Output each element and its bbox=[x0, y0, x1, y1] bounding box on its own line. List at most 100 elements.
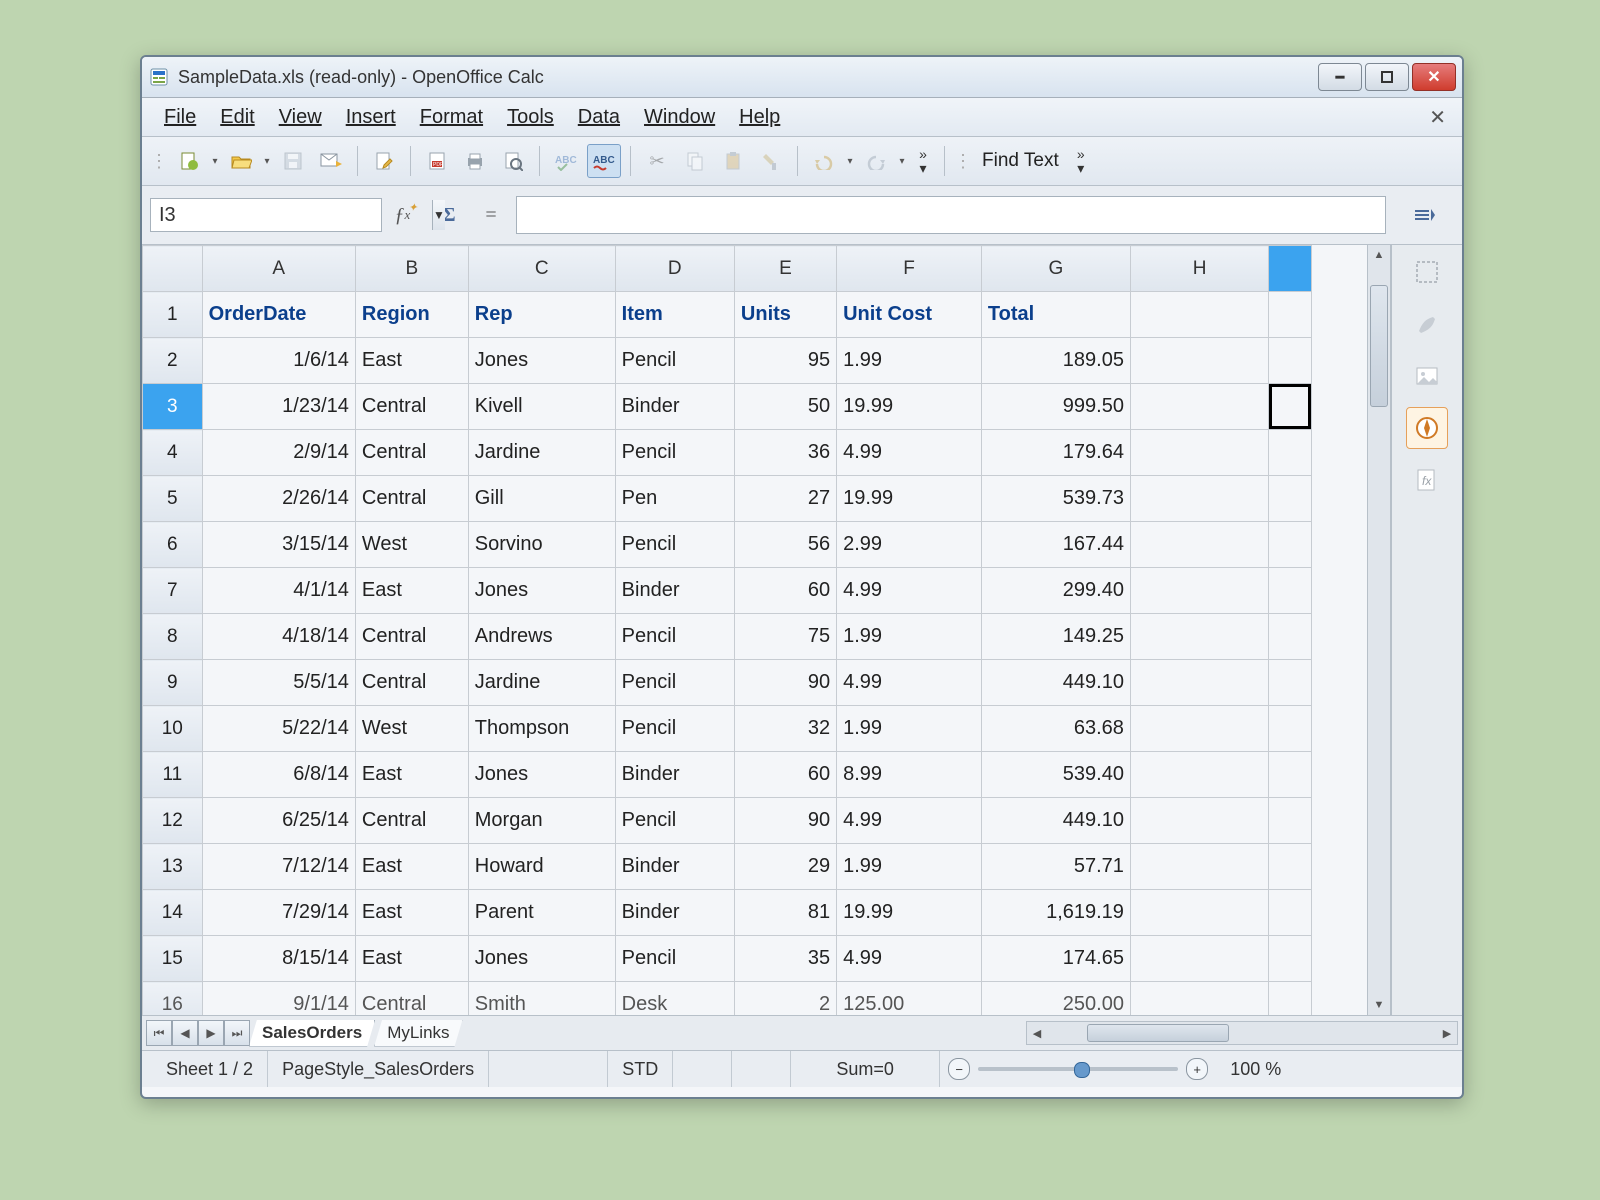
cell[interactable]: 90 bbox=[734, 660, 836, 706]
properties-icon[interactable] bbox=[1406, 251, 1448, 293]
row-header[interactable]: 5 bbox=[143, 476, 203, 522]
cell[interactable]: 539.73 bbox=[981, 476, 1130, 522]
close-button[interactable]: ✕ bbox=[1412, 63, 1456, 91]
cell[interactable]: East bbox=[355, 936, 468, 982]
cell[interactable]: Jones bbox=[468, 752, 615, 798]
gallery-icon[interactable] bbox=[1406, 355, 1448, 397]
table-row[interactable]: 1OrderDateRegionRepItemUnitsUnit CostTot… bbox=[143, 292, 1312, 338]
cell[interactable]: Pencil bbox=[615, 614, 734, 660]
cell[interactable]: Jones bbox=[468, 338, 615, 384]
cell[interactable]: Kivell bbox=[468, 384, 615, 430]
cell[interactable]: Pencil bbox=[615, 936, 734, 982]
cell[interactable]: 999.50 bbox=[981, 384, 1130, 430]
cell[interactable]: Thompson bbox=[468, 706, 615, 752]
table-row[interactable]: 137/12/14EastHowardBinder291.9957.71 bbox=[143, 844, 1312, 890]
table-row[interactable]: 84/18/14CentralAndrewsPencil751.99149.25 bbox=[143, 614, 1312, 660]
cell[interactable]: 57.71 bbox=[981, 844, 1130, 890]
cell[interactable]: 7/29/14 bbox=[202, 890, 355, 936]
cell[interactable] bbox=[1130, 660, 1268, 706]
cell[interactable]: 1/6/14 bbox=[202, 338, 355, 384]
cell[interactable]: 1/23/14 bbox=[202, 384, 355, 430]
cell[interactable] bbox=[1269, 752, 1312, 798]
cell[interactable]: 8.99 bbox=[837, 752, 982, 798]
open-dropdown[interactable]: ▾ bbox=[262, 156, 272, 167]
zoom-slider[interactable]: − + bbox=[940, 1058, 1216, 1080]
cell[interactable]: Pencil bbox=[615, 798, 734, 844]
row-header[interactable]: 12 bbox=[143, 798, 203, 844]
cell[interactable] bbox=[1269, 614, 1312, 660]
menu-format[interactable]: Format bbox=[408, 102, 495, 133]
cell[interactable] bbox=[1130, 752, 1268, 798]
redo-icon[interactable] bbox=[859, 144, 893, 178]
cell[interactable]: 179.64 bbox=[981, 430, 1130, 476]
paste-icon[interactable] bbox=[716, 144, 750, 178]
cell[interactable]: 149.25 bbox=[981, 614, 1130, 660]
save-icon[interactable] bbox=[276, 144, 310, 178]
sheet-prev-icon[interactable]: ◀ bbox=[172, 1020, 198, 1046]
toolbar-overflow-icon[interactable]: »▾ bbox=[911, 147, 935, 175]
row-header[interactable]: 15 bbox=[143, 936, 203, 982]
row-header[interactable]: 11 bbox=[143, 752, 203, 798]
table-row[interactable]: 158/15/14EastJonesPencil354.99174.65 bbox=[143, 936, 1312, 982]
table-row[interactable]: 52/26/14CentralGillPen2719.99539.73 bbox=[143, 476, 1312, 522]
close-doc-icon[interactable]: ✕ bbox=[1423, 103, 1452, 132]
cell[interactable] bbox=[1130, 292, 1268, 338]
cell[interactable]: 27 bbox=[734, 476, 836, 522]
cell[interactable]: 449.10 bbox=[981, 660, 1130, 706]
cell[interactable]: Sorvino bbox=[468, 522, 615, 568]
zoom-thumb[interactable] bbox=[1074, 1062, 1090, 1078]
row-header[interactable]: 13 bbox=[143, 844, 203, 890]
menu-insert[interactable]: Insert bbox=[334, 102, 408, 133]
cell[interactable]: 32 bbox=[734, 706, 836, 752]
cell[interactable] bbox=[1269, 798, 1312, 844]
cell[interactable]: 125.00 bbox=[837, 982, 982, 1016]
cell[interactable]: 4.99 bbox=[837, 660, 982, 706]
cell[interactable] bbox=[1130, 936, 1268, 982]
table-row[interactable]: 169/1/14CentralSmithDesk2125.00250.00 bbox=[143, 982, 1312, 1016]
vertical-scrollbar[interactable]: ▲ ▼ bbox=[1367, 245, 1390, 1015]
row-header[interactable]: 4 bbox=[143, 430, 203, 476]
table-row[interactable]: 105/22/14WestThompsonPencil321.9963.68 bbox=[143, 706, 1312, 752]
col-header-H[interactable]: H bbox=[1130, 246, 1268, 292]
col-header-B[interactable]: B bbox=[355, 246, 468, 292]
cell[interactable] bbox=[1130, 890, 1268, 936]
cell[interactable] bbox=[1130, 844, 1268, 890]
cell[interactable]: 9/1/14 bbox=[202, 982, 355, 1016]
cell[interactable]: Binder bbox=[615, 890, 734, 936]
cell[interactable] bbox=[1269, 568, 1312, 614]
cell[interactable]: Pencil bbox=[615, 338, 734, 384]
cell[interactable]: 6/25/14 bbox=[202, 798, 355, 844]
copy-icon[interactable] bbox=[678, 144, 712, 178]
col-header-F[interactable]: F bbox=[837, 246, 982, 292]
table-row[interactable]: 42/9/14CentralJardinePencil364.99179.64 bbox=[143, 430, 1312, 476]
cell[interactable]: 90 bbox=[734, 798, 836, 844]
cell[interactable]: 2/9/14 bbox=[202, 430, 355, 476]
minimize-button[interactable]: ━ bbox=[1318, 63, 1362, 91]
export-pdf-icon[interactable]: PDF bbox=[420, 144, 454, 178]
scroll-down-icon[interactable]: ▼ bbox=[1368, 995, 1390, 1015]
col-header-I[interactable] bbox=[1269, 246, 1312, 292]
scroll-up-icon[interactable]: ▲ bbox=[1368, 245, 1390, 265]
status-zoom[interactable]: 100 % bbox=[1216, 1051, 1295, 1087]
cell[interactable]: 8/15/14 bbox=[202, 936, 355, 982]
cell[interactable] bbox=[1130, 430, 1268, 476]
cell[interactable]: Howard bbox=[468, 844, 615, 890]
sheet-last-icon[interactable]: ⏭ bbox=[224, 1020, 250, 1046]
cell[interactable]: Total bbox=[981, 292, 1130, 338]
cell[interactable]: 4.99 bbox=[837, 798, 982, 844]
cell[interactable]: OrderDate bbox=[202, 292, 355, 338]
edit-file-icon[interactable] bbox=[367, 144, 401, 178]
name-box[interactable]: ▼ bbox=[150, 198, 382, 232]
status-pagestyle[interactable]: PageStyle_SalesOrders bbox=[268, 1051, 489, 1087]
table-row[interactable]: 74/1/14EastJonesBinder604.99299.40 bbox=[143, 568, 1312, 614]
cell[interactable] bbox=[1130, 476, 1268, 522]
cell[interactable] bbox=[1130, 384, 1268, 430]
cell[interactable]: 2.99 bbox=[837, 522, 982, 568]
cell[interactable] bbox=[1269, 292, 1312, 338]
cell[interactable]: 1.99 bbox=[837, 844, 982, 890]
cell[interactable]: 60 bbox=[734, 752, 836, 798]
find-text-label[interactable]: Find Text bbox=[982, 150, 1059, 172]
cell[interactable] bbox=[1269, 338, 1312, 384]
menu-file[interactable]: File bbox=[152, 102, 208, 133]
cell[interactable]: Central bbox=[355, 384, 468, 430]
